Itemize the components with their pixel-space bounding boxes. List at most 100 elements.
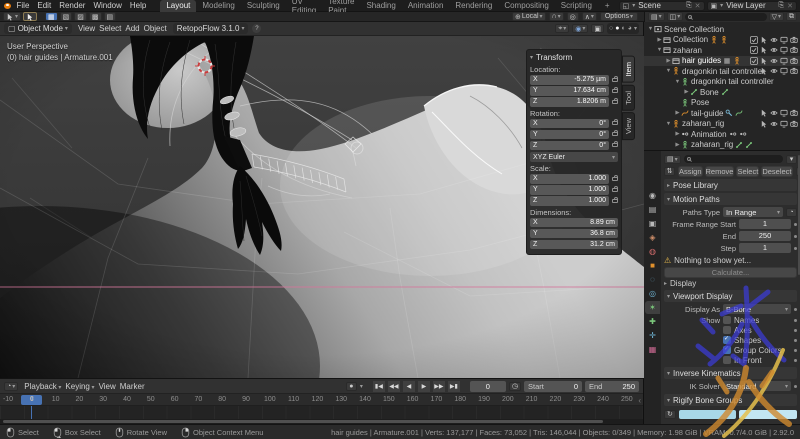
viewport-canvas[interactable]: User Perspective (0) hair guides | Armat… (0, 36, 644, 378)
tweak-tool-dropdown[interactable]: ▾ (3, 12, 21, 21)
object-tab[interactable]: ■ (645, 259, 660, 272)
solid-shading-icon[interactable]: ● (615, 25, 619, 32)
transform-field-y[interactable]: Y0° (530, 130, 609, 140)
outliner-row-zaharan[interactable]: ▼zaharan (644, 45, 800, 56)
expander-icon[interactable]: ▼ (674, 79, 681, 85)
lock-icon[interactable] (612, 132, 618, 136)
refresh-icon[interactable]: ↻ (664, 410, 676, 419)
texture-tab[interactable]: ▦ (645, 343, 660, 356)
close-icon[interactable]: ✕ (787, 2, 793, 10)
paths-type-dropdown[interactable]: In Range▾ (723, 207, 783, 217)
transform-field-y[interactable]: Y1.000 (530, 185, 609, 195)
transform-field-x[interactable]: X1.000 (530, 174, 609, 184)
outliner-search-input[interactable] (685, 13, 766, 21)
lock-icon[interactable] (612, 199, 618, 203)
calculate-button[interactable]: Calculate... (664, 267, 797, 278)
sidebar-tab-view[interactable]: View (622, 112, 635, 140)
retopoflow-dropdown[interactable]: RetopoFlow 3.1.0▾ (173, 23, 249, 34)
workspace-tab-modeling[interactable]: Modeling (196, 0, 240, 12)
workspace-tab-uv-editing[interactable]: UV Editing (286, 0, 322, 12)
list-scroll-up-icon[interactable]: ▾ (786, 155, 797, 164)
editor-type-clock-icon[interactable]: ◔▾ (4, 382, 18, 391)
expander-icon[interactable]: ▶ (674, 131, 681, 137)
check-toggle-icon[interactable] (750, 46, 758, 54)
step-field[interactable]: 1 (739, 243, 791, 253)
viewport-menu-view[interactable]: View (76, 24, 97, 33)
outliner-row-dragonkin-tail-controller[interactable]: ▼dragonkin tail controller (644, 77, 800, 88)
sort-icon[interactable]: ⇅ (664, 167, 675, 176)
render-tab[interactable]: ◉ (645, 189, 660, 202)
outliner-row-zaharan-rig[interactable]: ▼zaharan_rig (644, 119, 800, 130)
preview-range-clock-icon[interactable]: ◷ (509, 382, 521, 391)
rendered-shading-icon[interactable]: ◕ (628, 25, 632, 32)
physics-tab[interactable]: ◌ (645, 273, 660, 286)
options-button[interactable]: Options▾ (600, 12, 638, 21)
camera-toggle-icon[interactable] (790, 36, 798, 44)
expander-icon[interactable]: ▶ (656, 37, 663, 43)
expander-icon[interactable]: ▼ (665, 68, 672, 74)
outliner-row-tail-guide[interactable]: ▶tail-guide (644, 108, 800, 119)
sidebar-tab-tool[interactable]: Tool (622, 85, 635, 111)
screen-toggle-icon[interactable] (780, 67, 788, 75)
paths-clock-icon[interactable]: ◔ (786, 208, 797, 217)
camera-toggle-icon[interactable] (790, 46, 798, 54)
remove-button[interactable]: Remove (705, 166, 735, 177)
workspace-tab-texture-paint[interactable]: Texture Paint (322, 0, 360, 12)
eye-toggle-icon[interactable] (770, 57, 778, 65)
screen-toggle-icon[interactable] (780, 46, 788, 54)
shading-dropdown-icon[interactable]: ▾ (634, 25, 637, 32)
viewport-display-panel-header[interactable]: ▾Viewport Display (664, 290, 797, 302)
cursor-toggle-icon[interactable] (760, 57, 768, 65)
outliner-row-animation[interactable]: ▶Animation (644, 129, 800, 140)
timeline-menu-playback[interactable]: Playback ▾ (22, 382, 63, 391)
workspace-tab-shading[interactable]: Shading (360, 0, 401, 12)
expander-icon[interactable]: ▶ (683, 89, 690, 95)
object-data-tab[interactable]: ✶ (645, 301, 660, 314)
play-button[interactable]: ▶ (418, 381, 430, 392)
screen-toggle-icon[interactable] (780, 57, 788, 65)
outliner-filter-collection-icon[interactable]: ◫▾ (667, 12, 684, 21)
cursor-toggle-icon[interactable] (760, 36, 768, 44)
animate-dot-icon[interactable] (794, 339, 797, 342)
add-workspace-button[interactable]: + (600, 0, 615, 11)
outliner-display-mode-dropdown[interactable]: ▤▾ (648, 12, 665, 21)
workspace-tab-rendering[interactable]: Rendering (449, 0, 498, 12)
select-mode-intersect-icon[interactable]: ▤ (104, 12, 117, 21)
world-tab[interactable]: ◍ (645, 245, 660, 258)
animate-dot-icon[interactable] (794, 308, 797, 311)
transform-field-y[interactable]: Y36.8 cm (530, 229, 618, 239)
workspace-tab-scripting[interactable]: Scripting (555, 0, 598, 12)
expander-icon[interactable]: ▶ (674, 110, 681, 116)
names-checkbox[interactable] (723, 316, 731, 324)
shapes-checkbox[interactable] (723, 336, 731, 344)
mode-dropdown[interactable]: ▢Object Mode▾ (4, 23, 72, 34)
in-front-checkbox[interactable] (723, 356, 731, 364)
timeline-menu-marker[interactable]: Marker (118, 382, 147, 391)
transform-field-x[interactable]: X0° (530, 119, 609, 129)
lock-icon[interactable] (612, 188, 618, 192)
list-display-mode-icon[interactable]: ▤▾ (664, 155, 681, 164)
panel-collapse-icon[interactable]: ▾ (530, 54, 533, 61)
jump-to-end-button[interactable]: ▶▮ (448, 381, 460, 392)
ik-solver-dropdown[interactable]: Standard▾ (723, 381, 791, 391)
expander-icon[interactable]: ▶ (665, 58, 672, 64)
camera-toggle-icon[interactable] (790, 57, 798, 65)
outliner-row-bone[interactable]: ▶Bone (644, 87, 800, 98)
menu-file[interactable]: File (13, 1, 34, 10)
workspace-tab-sculpting[interactable]: Sculpting (241, 0, 286, 12)
lock-icon[interactable] (612, 78, 618, 82)
outliner-row-dragonkin-tail-controller[interactable]: ▼dragonkin tail controller (644, 66, 800, 77)
transform-field-z[interactable]: Z1.8206 m (530, 97, 609, 107)
snap-magnet-icon[interactable]: ∩▾ (549, 12, 564, 21)
scene-name[interactable]: Scene (638, 1, 661, 10)
deselect-button[interactable]: Deselect (761, 166, 792, 177)
animate-dot-icon[interactable] (794, 235, 797, 238)
eye-toggle-icon[interactable] (770, 120, 778, 128)
eye-toggle-icon[interactable] (770, 46, 778, 54)
timeline-ruler[interactable]: 0 ‹ -10010203040506070809010011012013014… (0, 394, 643, 406)
select-mode-invert-icon[interactable]: ▩ (89, 12, 102, 21)
outliner-row-scene-collection[interactable]: ▼Scene Collection (644, 24, 800, 35)
cursor-toggle-icon[interactable] (760, 67, 768, 75)
next-keyframe-button[interactable]: ▶▶ (433, 381, 445, 392)
screen-toggle-icon[interactable] (780, 120, 788, 128)
